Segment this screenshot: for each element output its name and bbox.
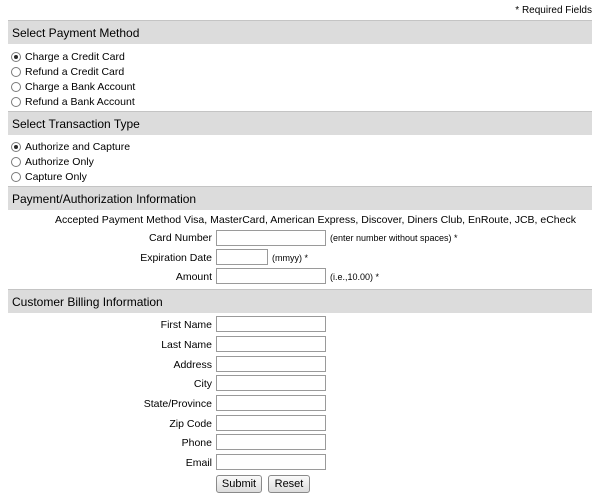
accepted-methods-list: Visa, MasterCard, American Express, Disc… [184, 214, 576, 226]
zip-code-input[interactable] [216, 415, 326, 431]
radio-label: Authorize and Capture [25, 141, 131, 153]
radio-charge-bank-account[interactable]: Charge a Bank Account [11, 80, 135, 94]
zip-code-label: Zip Code [169, 418, 212, 430]
address-input[interactable] [216, 356, 326, 372]
section-header-payment-info: Payment/Authorization Information [8, 186, 592, 210]
radio-label: Capture Only [25, 171, 87, 183]
radio-refund-credit-card[interactable]: Refund a Credit Card [11, 65, 124, 79]
phone-label: Phone [181, 437, 212, 449]
radio-button-icon[interactable] [11, 157, 21, 167]
radio-label: Authorize Only [25, 156, 94, 168]
radio-label: Refund a Bank Account [25, 96, 135, 108]
amount-input[interactable] [216, 268, 326, 284]
first-name-input[interactable] [216, 316, 326, 332]
city-input[interactable] [216, 375, 326, 391]
first-name-label: First Name [160, 319, 212, 331]
required-fields-note: * Required Fields [515, 5, 592, 16]
phone-input[interactable] [216, 434, 326, 450]
email-label: Email [185, 457, 212, 469]
radio-button-icon[interactable] [11, 97, 21, 107]
accepted-methods-label: Accepted Payment Method [55, 214, 182, 226]
section-header-transaction-type: Select Transaction Type [8, 111, 592, 135]
last-name-label: Last Name [161, 339, 212, 351]
card-number-input[interactable] [216, 230, 326, 246]
last-name-input[interactable] [216, 336, 326, 352]
section-header-billing: Customer Billing Information [8, 289, 592, 313]
radio-refund-bank-account[interactable]: Refund a Bank Account [11, 95, 135, 109]
card-number-label: Card Number [148, 232, 212, 244]
radio-label: Charge a Credit Card [25, 51, 125, 63]
radio-charge-credit-card[interactable]: Charge a Credit Card [11, 50, 125, 64]
amount-label: Amount [175, 271, 212, 283]
radio-authorize-only[interactable]: Authorize Only [11, 155, 94, 169]
state-province-input[interactable] [216, 395, 326, 411]
expiration-date-input[interactable] [216, 249, 268, 265]
card-number-hint: (enter number without spaces) * [330, 233, 458, 243]
radio-label: Refund a Credit Card [25, 66, 125, 78]
expiration-date-hint: (mmyy) * [272, 253, 308, 263]
submit-button[interactable]: Submit [216, 475, 262, 493]
reset-button[interactable]: Reset [268, 475, 310, 493]
amount-hint: (i.e.,10.00) * [330, 272, 380, 282]
radio-label: Charge a Bank Account [25, 81, 136, 93]
radio-button-icon[interactable] [11, 172, 21, 182]
radio-button-icon[interactable] [11, 67, 21, 77]
state-province-label: State/Province [143, 398, 212, 410]
email-input[interactable] [216, 454, 326, 470]
accepted-methods-row: Accepted Payment Method Visa, MasterCard… [8, 214, 592, 226]
expiration-date-label: Expiration Date [140, 252, 212, 264]
city-label: City [193, 378, 212, 390]
address-label: Address [173, 359, 212, 371]
section-header-payment-method: Select Payment Method [8, 20, 592, 44]
radio-button-icon[interactable] [11, 82, 21, 92]
radio-capture-only[interactable]: Capture Only [11, 170, 87, 184]
radio-button-icon[interactable] [11, 52, 21, 62]
radio-authorize-capture[interactable]: Authorize and Capture [11, 140, 130, 154]
radio-button-icon[interactable] [11, 142, 21, 152]
